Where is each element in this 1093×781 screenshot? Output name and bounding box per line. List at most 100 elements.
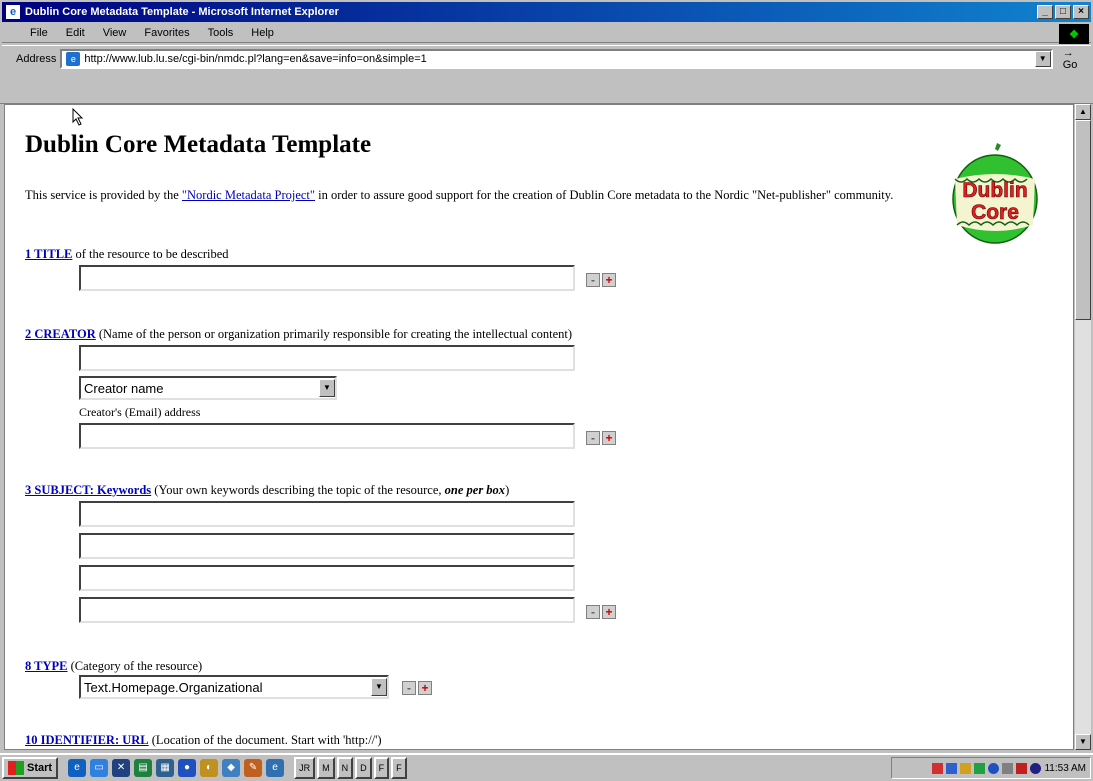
- desktop-icon[interactable]: ▭: [90, 759, 109, 777]
- task-buttons: JR M N D F F: [294, 757, 407, 779]
- task-button-4[interactable]: D: [355, 757, 372, 779]
- browser-window: e Dublin Core Metadata Template - Micros…: [0, 0, 1093, 781]
- vertical-scrollbar[interactable]: ▲ ▼: [1075, 104, 1091, 750]
- window-title: Dublin Core Metadata Template - Microsof…: [25, 6, 339, 18]
- address-dropdown-icon[interactable]: ▼: [1034, 50, 1051, 67]
- menu-help[interactable]: Help: [242, 27, 283, 39]
- windows-logo-icon: ❖: [1059, 24, 1089, 44]
- subject-input-1[interactable]: [79, 501, 575, 527]
- app-icon-2[interactable]: ▤: [134, 759, 153, 777]
- creator-type-select[interactable]: Creator name ▼: [79, 376, 337, 400]
- subject-buttons: - +: [586, 605, 616, 619]
- tray-icon-6[interactable]: [1016, 762, 1028, 774]
- speaker-icon[interactable]: [1002, 762, 1014, 774]
- identifier-field-label: 10 IDENTIFIER: URL (Location of the docu…: [25, 733, 382, 748]
- tray-icon-5[interactable]: [988, 762, 1000, 774]
- title-bar: e Dublin Core Metadata Template - Micros…: [2, 2, 1091, 22]
- creator-email-input[interactable]: [79, 423, 575, 449]
- subject-input-4[interactable]: [79, 597, 575, 623]
- type-buttons: - +: [402, 681, 432, 695]
- address-bar: Address e http://www.lub.lu.se/cgi-bin/n…: [2, 45, 1091, 71]
- title-help-link[interactable]: 1 TITLE: [25, 247, 72, 261]
- chevron-down-icon[interactable]: ▼: [371, 678, 387, 696]
- type-remove-button[interactable]: -: [402, 681, 416, 695]
- task-button-2[interactable]: M: [317, 757, 335, 779]
- tray-icon-1[interactable]: [932, 762, 944, 774]
- creator-email-label: Creator's (Email) address: [79, 405, 201, 419]
- tray-icon-2[interactable]: [946, 762, 958, 774]
- taskbar: Start e ▭ ✕ ▤ ▦ ● ◐ ◆ ✎ e JR M N D F F 1…: [0, 753, 1093, 781]
- app-icon-4[interactable]: ●: [178, 759, 197, 777]
- page-content: Dublin Core Metadata Template This servi…: [4, 104, 1074, 750]
- creator-help-link[interactable]: 2 CREATOR: [25, 327, 96, 341]
- tray-icon-4[interactable]: [974, 762, 986, 774]
- start-label: Start: [27, 762, 53, 774]
- browser-icon[interactable]: e: [68, 759, 87, 777]
- type-desc: (Category of the resource): [67, 659, 203, 673]
- type-help-link[interactable]: 8 TYPE: [25, 659, 68, 673]
- maximize-button[interactable]: □: [1055, 5, 1071, 19]
- intro-after: in order to assure good support for the …: [315, 188, 894, 202]
- mouse-pointer-icon: [72, 108, 84, 126]
- subject-desc-emphasis: one per box: [444, 483, 506, 497]
- windows-flag-icon: [8, 761, 24, 775]
- address-label: Address: [16, 52, 57, 65]
- task-button-5[interactable]: F: [373, 757, 390, 779]
- title-remove-button[interactable]: -: [586, 273, 600, 287]
- dublin-core-logo: Dublin Core: [952, 143, 1038, 244]
- task-button-6[interactable]: F: [391, 757, 407, 779]
- system-tray: 11:53 AM: [891, 757, 1091, 779]
- type-select[interactable]: Text.Homepage.Organizational ▼: [79, 675, 389, 699]
- menu-edit[interactable]: Edit: [57, 27, 94, 39]
- quick-launch: e ▭ ✕ ▤ ▦ ● ◐ ◆ ✎ e: [68, 759, 285, 777]
- intro-text: This service is provided by the "Nordic …: [25, 187, 915, 203]
- chevron-down-icon[interactable]: ▼: [319, 379, 335, 397]
- scroll-down-icon[interactable]: ▼: [1075, 734, 1091, 750]
- address-input[interactable]: e http://www.lub.lu.se/cgi-bin/nmdc.pl?l…: [60, 48, 1053, 69]
- type-value: Text.Homepage.Organizational: [84, 679, 263, 695]
- go-button[interactable]: → Go: [1053, 47, 1091, 71]
- subject-input-3[interactable]: [79, 565, 575, 591]
- subject-input-2[interactable]: [79, 533, 575, 559]
- title-input[interactable]: [79, 265, 575, 291]
- title-buttons: - +: [586, 273, 616, 287]
- page-title: Dublin Core Metadata Template: [25, 131, 372, 158]
- menu-file[interactable]: File: [2, 27, 57, 39]
- tray-icon-7[interactable]: [1030, 762, 1042, 774]
- menu-favorites[interactable]: Favorites: [135, 27, 198, 39]
- scroll-thumb[interactable]: [1075, 120, 1091, 320]
- app-icon-6[interactable]: ◆: [222, 759, 241, 777]
- address-url[interactable]: http://www.lub.lu.se/cgi-bin/nmdc.pl?lan…: [84, 53, 1034, 65]
- subject-add-button[interactable]: +: [602, 605, 616, 619]
- start-button[interactable]: Start: [2, 757, 59, 779]
- app-icon-5[interactable]: ◐: [200, 759, 219, 777]
- task-button-3[interactable]: N: [336, 757, 354, 779]
- app-icon-3[interactable]: ▦: [156, 759, 175, 777]
- creator-input[interactable]: [79, 345, 575, 371]
- tray-icon-3[interactable]: [960, 762, 972, 774]
- nordic-metadata-link[interactable]: "Nordic Metadata Project": [182, 188, 315, 202]
- toolbar-divider: [0, 72, 1093, 104]
- app-icon-7[interactable]: ✎: [244, 759, 263, 777]
- subject-help-link[interactable]: 3 SUBJECT: Keywords: [25, 483, 151, 497]
- close-button[interactable]: ×: [1073, 5, 1089, 19]
- identifier-help-link[interactable]: 10 IDENTIFIER: URL: [25, 733, 149, 747]
- clock[interactable]: 11:53 AM: [1044, 763, 1086, 774]
- menu-view[interactable]: View: [94, 27, 136, 39]
- creator-remove-button[interactable]: -: [586, 431, 600, 445]
- subject-desc-before: (Your own keywords describing the topic …: [151, 483, 445, 497]
- subject-remove-button[interactable]: -: [586, 605, 600, 619]
- intro-before: This service is provided by the: [25, 188, 182, 202]
- menu-tools[interactable]: Tools: [199, 27, 243, 39]
- minimize-button[interactable]: _: [1037, 5, 1053, 19]
- svg-text:Dublin: Dublin: [962, 179, 1027, 202]
- type-add-button[interactable]: +: [418, 681, 432, 695]
- creator-desc: (Name of the person or organization prim…: [95, 327, 573, 341]
- title-add-button[interactable]: +: [602, 273, 616, 287]
- app-icon[interactable]: ✕: [112, 759, 131, 777]
- scroll-up-icon[interactable]: ▲: [1075, 104, 1091, 120]
- task-button-1[interactable]: JR: [294, 757, 316, 779]
- creator-add-button[interactable]: +: [602, 431, 616, 445]
- app-icon-8[interactable]: e: [266, 759, 285, 777]
- subject-desc-after: ): [505, 483, 510, 497]
